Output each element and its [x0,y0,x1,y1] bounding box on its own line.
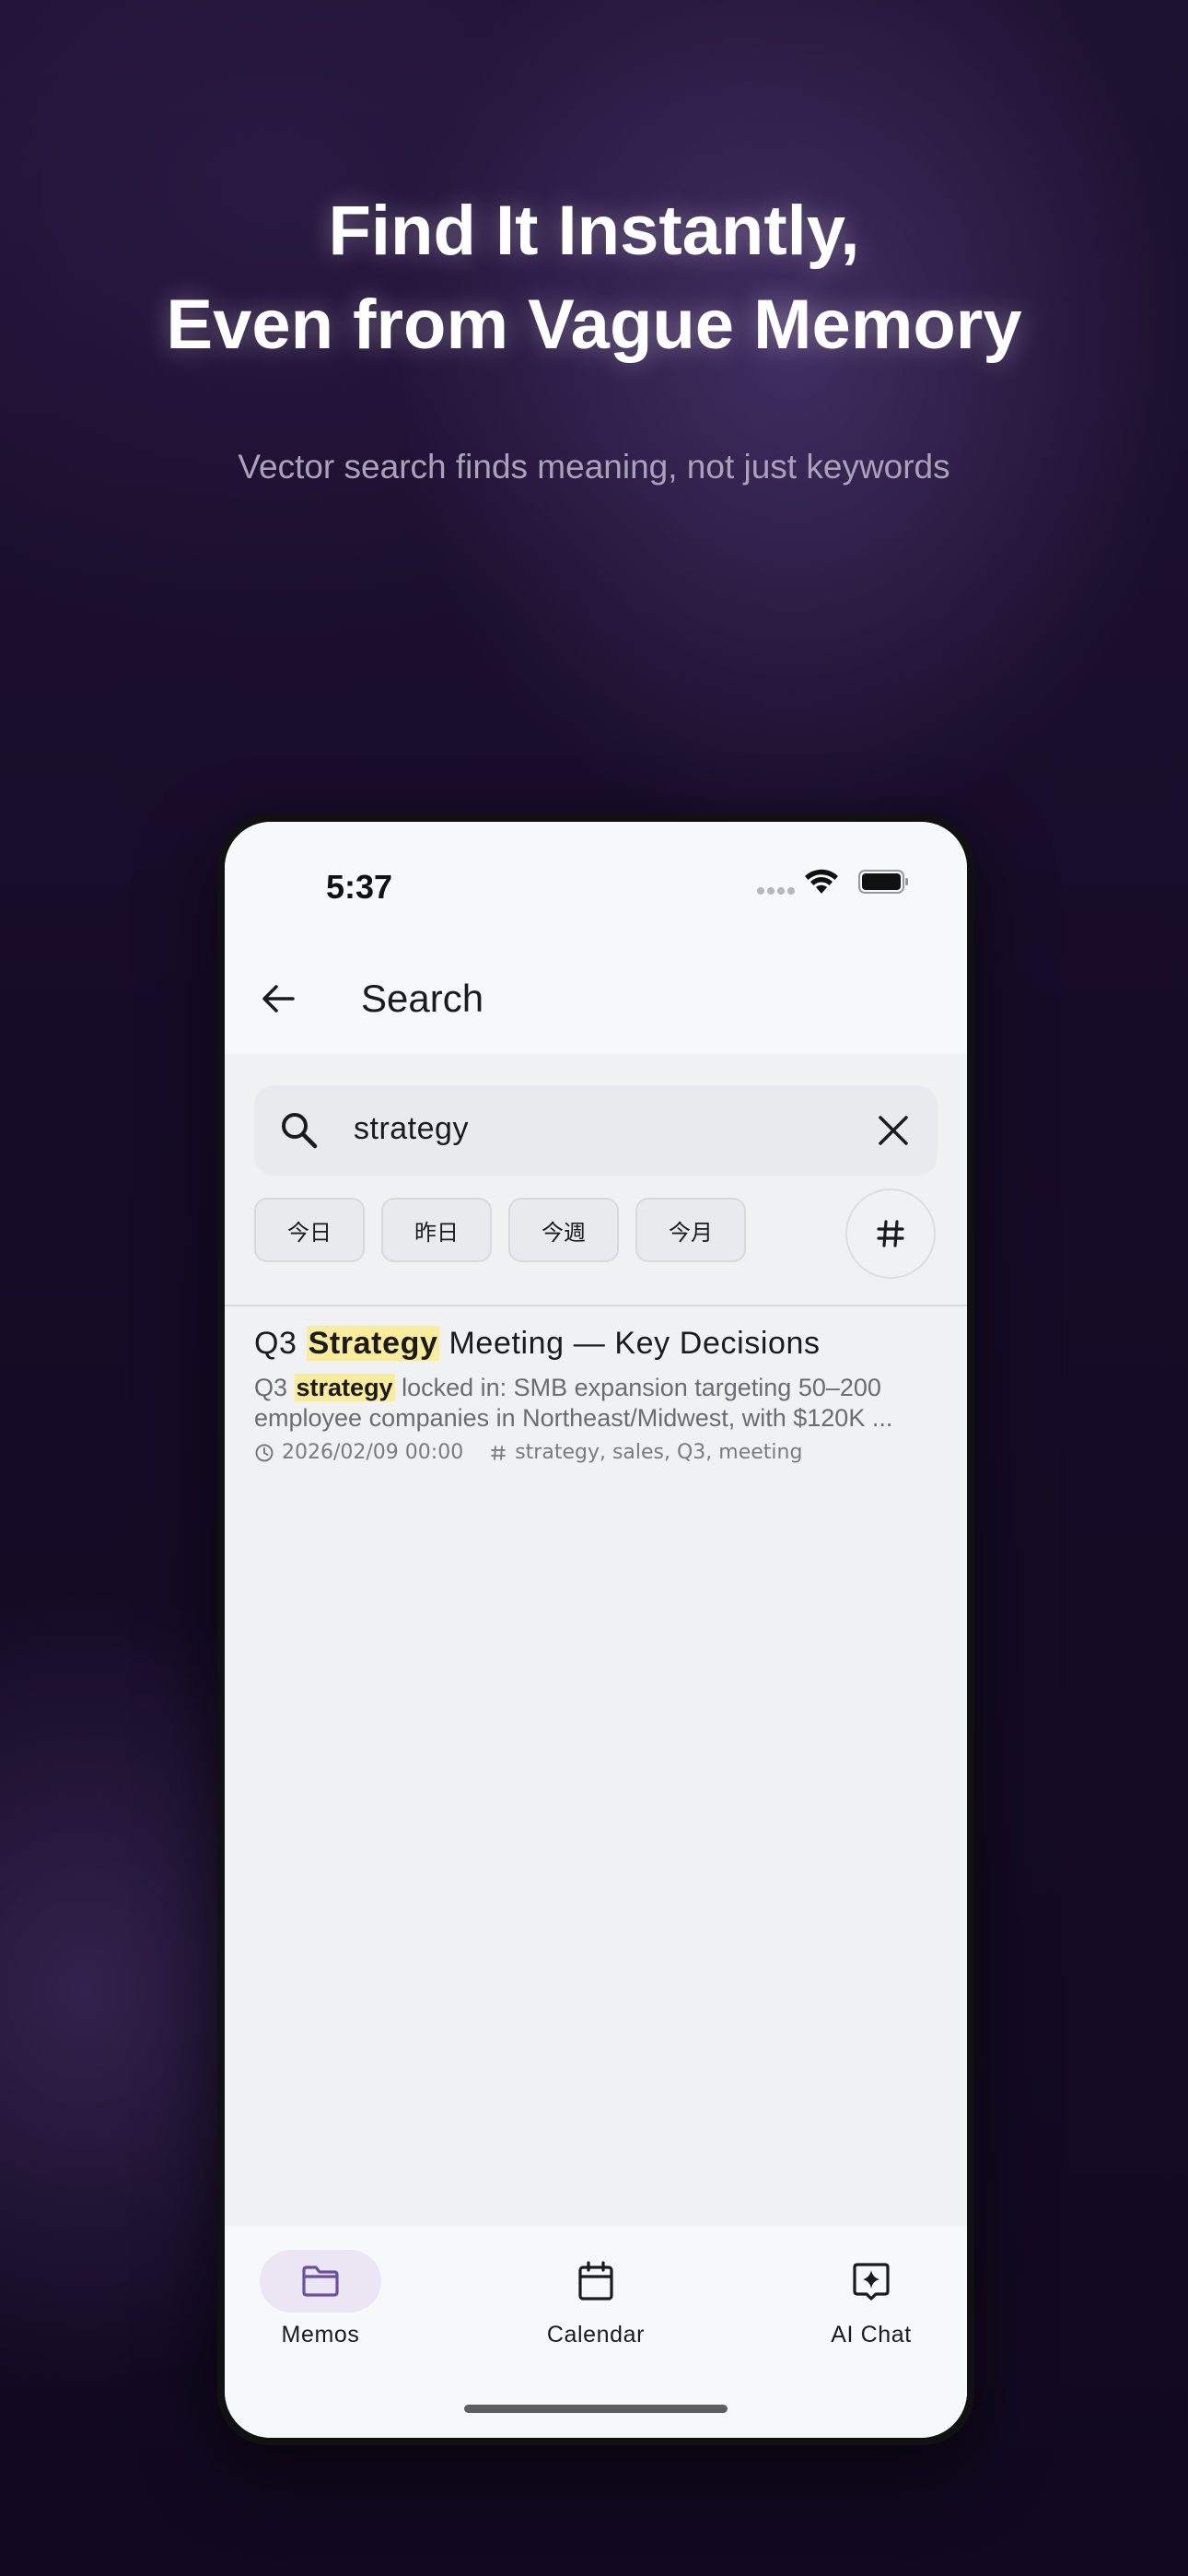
status-bar: 5:37 [225,822,967,942]
headline-line-1: Find It Instantly, [328,192,860,270]
result-title-suffix: Meeting — Key Decisions [439,1326,821,1361]
folder-icon [302,2266,339,2297]
divider [225,1305,967,1306]
nav-label-memos: Memos [281,2322,360,2348]
phone-screen: 5:37 Search strategy 今日 昨日 今週 今月 Q3 Stra… [225,822,967,2438]
battery-icon [858,870,908,894]
search-input[interactable]: strategy [254,1085,938,1176]
phone-frame: 5:37 Search strategy 今日 昨日 今週 今月 Q3 Stra… [217,814,974,2445]
result-meta: 2026/02/09 00:00 strategy, sales, Q3, me… [254,1441,945,1464]
date-chip-yesterday[interactable]: 昨日 [381,1198,492,1262]
result-title: Q3 Strategy Meeting — Key Decisions [254,1319,945,1367]
result-snippet-match: strategy [294,1374,395,1401]
hash-icon [491,1445,507,1460]
date-chip-this-week[interactable]: 今週 [508,1198,619,1262]
close-icon[interactable] [873,1110,914,1151]
result-title-prefix: Q3 [254,1326,307,1361]
nav-pill-ai-chat [810,2250,932,2313]
ai-sparkle-icon [853,2263,890,2301]
search-query-text[interactable]: strategy [354,1111,469,1147]
promo-subtitle: Vector search finds meaning, not just ke… [238,448,950,486]
arrow-left-icon[interactable] [258,978,298,1019]
date-chip-today[interactable]: 今日 [254,1198,365,1262]
app-bar: Search [225,942,967,1054]
search-icon [282,1113,318,1149]
headline-line-2: Even from Vague Memory [166,286,1022,364]
signal-dots-icon [757,883,798,899]
nav-label-calendar: Calendar [546,2322,646,2348]
search-result-item[interactable]: Q3 Strategy Meeting — Key Decisions Q3 s… [254,1319,945,1464]
wifi-icon [805,869,838,894]
nav-item-ai-chat[interactable]: AI Chat [779,2250,963,2348]
nav-item-memos[interactable]: Memos [228,2250,413,2348]
date-chip-this-month[interactable]: 今月 [635,1198,746,1262]
calendar-icon [578,2261,613,2301]
nav-pill-calendar [535,2250,657,2313]
clock-icon [255,1444,274,1461]
status-time: 5:37 [326,868,393,906]
hash-icon [877,1220,904,1247]
result-title-match: Strategy [306,1326,440,1361]
bottom-navigation: Memos Calendar AI Chat [225,2226,967,2438]
result-snippet-prefix: Q3 [254,1374,295,1401]
promo-headline: Find It Instantly, Even from Vague Memor… [0,184,1188,372]
nav-active-indicator [260,2250,381,2313]
result-snippet: Q3 strategy locked in: SMB expansion tar… [254,1373,939,1434]
result-date: 2026/02/09 00:00 [282,1441,464,1464]
nav-label-ai-chat: AI Chat [831,2322,912,2348]
home-indicator[interactable] [464,2405,728,2413]
result-tags: strategy, sales, Q3, meeting [515,1441,803,1464]
tag-filter-button[interactable] [845,1188,936,1279]
nav-item-calendar[interactable]: Calendar [504,2250,688,2348]
page-title: Search [361,977,484,1020]
